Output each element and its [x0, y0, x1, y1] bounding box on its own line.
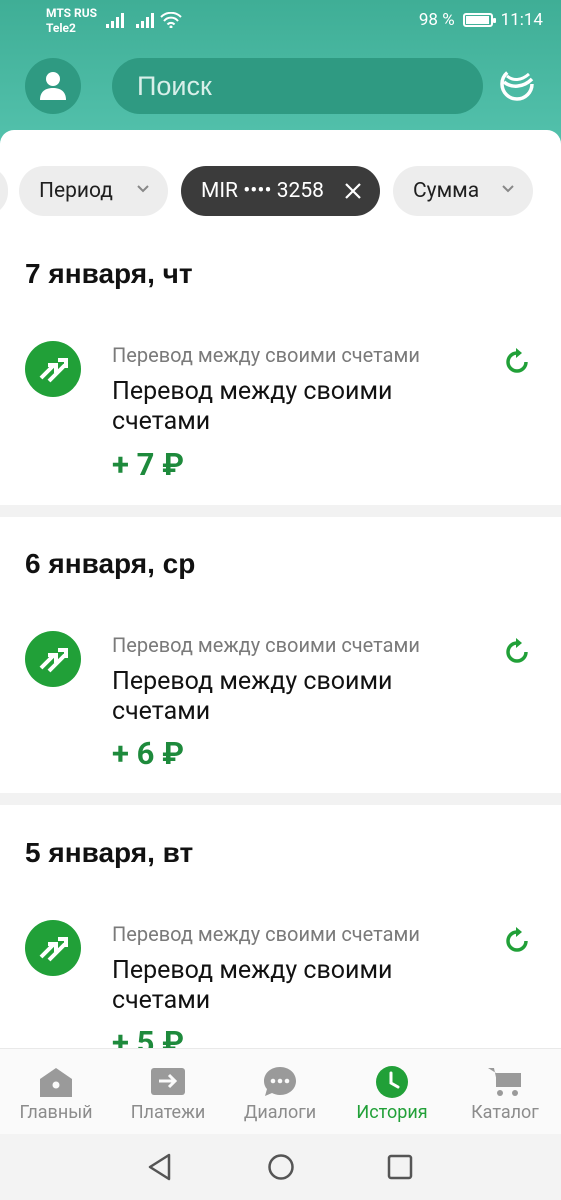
nav-item-main[interactable]: Главный: [0, 1049, 112, 1135]
date-header: 6 января, ср: [25, 548, 196, 579]
history-icon: [376, 1066, 408, 1098]
close-icon[interactable]: [344, 182, 362, 200]
search-field[interactable]: [112, 58, 483, 114]
chevron-down-icon: [137, 185, 149, 193]
operation-title: Перевод между своими счетами: [112, 667, 393, 726]
history-sheet: Период MIR •••• 3258 Сумма 7 января, чт …: [0, 130, 561, 1048]
filter-amount-chip[interactable]: Сумма: [393, 166, 533, 216]
nav-label: Диалоги: [243, 1102, 317, 1123]
filter-card-label: MIR •••• 3258: [201, 179, 324, 203]
signal-icon-2: [136, 13, 154, 28]
signal-icon: [106, 13, 124, 28]
operation-amount: + 7 ₽: [112, 446, 184, 483]
operation-amount: + 6 ₽: [112, 735, 184, 772]
operation-title: Перевод между своими счетами: [112, 377, 393, 436]
carrier-2: Tele2: [46, 21, 76, 35]
profile-avatar-button[interactable]: [25, 58, 81, 114]
transfer-icon: [25, 341, 81, 397]
transfer-icon: [25, 631, 81, 687]
operation-category: Перевод между своими счетами: [112, 922, 420, 946]
nav-label: Каталог: [471, 1102, 539, 1123]
date-header: 7 января, чт: [25, 258, 193, 289]
repeat-icon[interactable]: [502, 926, 532, 956]
sber-logo-icon[interactable]: [499, 66, 535, 102]
app-header: MTS RUS Tele2 98 % 11:14: [0, 0, 561, 150]
nav-label: Главный: [19, 1102, 93, 1123]
operation-category: Перевод между своими счетами: [112, 343, 420, 367]
divider: [0, 505, 561, 517]
clock: 11:14: [500, 10, 543, 30]
repeat-icon[interactable]: [502, 637, 532, 667]
nav-item-history[interactable]: История: [336, 1049, 448, 1135]
payments-icon: [151, 1068, 185, 1095]
system-nav-bar: [0, 1134, 561, 1200]
operation-category: Перевод между своими счетами: [112, 633, 420, 657]
chevron-down-icon: [502, 185, 514, 193]
status-right: 98 % 11:14: [419, 10, 543, 30]
transfer-icon: [25, 920, 81, 976]
filter-chips: Период MIR •••• 3258 Сумма: [0, 166, 561, 216]
back-icon[interactable]: [147, 1153, 173, 1181]
user-icon: [40, 72, 66, 100]
filter-amount-label: Сумма: [413, 179, 480, 203]
search-input[interactable]: [137, 70, 483, 102]
wifi-icon: [160, 12, 182, 28]
carrier-labels: MTS RUS Tele2: [46, 6, 97, 36]
repeat-icon[interactable]: [502, 347, 532, 377]
battery-fill: [465, 16, 490, 24]
nav-item-dialogs[interactable]: Диалоги: [224, 1049, 336, 1135]
battery-icon: [462, 13, 496, 27]
battery-percent: 98 %: [418, 10, 455, 30]
nav-item-catalog[interactable]: Каталог: [449, 1049, 561, 1135]
date-header: 5 января, вт: [25, 837, 194, 868]
bottom-nav: Главный Платежи Диалоги История Каталог: [0, 1048, 561, 1134]
operation-amount: + 5 ₽: [112, 1024, 184, 1048]
divider: [0, 793, 561, 805]
filter-card-chip[interactable]: MIR •••• 3258: [181, 166, 380, 216]
chat-icon: [264, 1067, 296, 1096]
nav-label: Платежи: [130, 1102, 206, 1123]
recents-icon[interactable]: [387, 1153, 413, 1181]
status-bar: MTS RUS Tele2 98 % 11:14: [0, 0, 561, 40]
operation-title: Перевод между своими счетами: [112, 956, 393, 1015]
nav-item-payments[interactable]: Платежи: [112, 1049, 224, 1135]
filter-chip-hidden[interactable]: [0, 166, 8, 216]
carrier-1: MTS RUS: [46, 6, 98, 20]
home-circle-icon[interactable]: [267, 1153, 295, 1181]
filter-period-label: Период: [39, 179, 113, 203]
nav-label: История: [356, 1102, 428, 1123]
filter-period-chip[interactable]: Период: [19, 166, 168, 216]
home-icon: [40, 1068, 72, 1097]
cart-icon: [488, 1068, 521, 1096]
